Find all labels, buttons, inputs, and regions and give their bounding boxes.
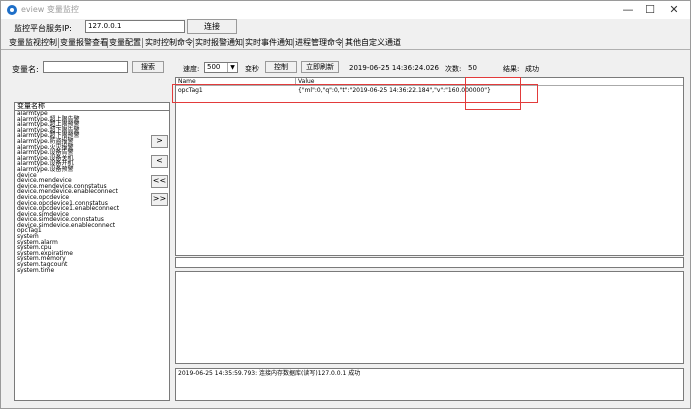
tab-divider: [142, 38, 143, 48]
tab-variable-alarm[interactable]: 变量报警查看: [60, 37, 108, 49]
speed-select[interactable]: 500 ▼: [204, 62, 238, 73]
highlight-box: [465, 77, 521, 110]
tab-realtime-alarm[interactable]: 实时报警通知: [195, 37, 243, 49]
control-button[interactable]: 控制: [265, 61, 297, 73]
tab-underline: [1, 49, 690, 50]
tab-divider: [342, 38, 343, 48]
tab-variable-config[interactable]: 变量配置: [109, 37, 141, 49]
search-button[interactable]: 搜索: [132, 61, 164, 73]
tab-divider: [58, 38, 59, 48]
detail-panel: [175, 271, 684, 364]
remove-selected-button[interactable]: <: [151, 155, 168, 168]
tab-divider: [293, 38, 294, 48]
variable-name-label: 变量名:: [12, 65, 39, 74]
tab-divider: [193, 38, 194, 48]
refresh-now-button[interactable]: 立即刷新: [301, 61, 339, 73]
connect-button[interactable]: 连接: [187, 19, 237, 34]
result-label: 结果:: [503, 65, 520, 73]
tab-divider: [243, 38, 244, 48]
title-bar: eview 变量监控 — ☐ ✕: [1, 1, 690, 19]
tab-realtime-control[interactable]: 实时控制命令: [145, 37, 193, 49]
variable-list[interactable]: alarmtype alarmtype.超上限告警 alarmtype.超上限预…: [14, 111, 170, 401]
horizontal-scrollbar[interactable]: [175, 257, 684, 268]
remove-all-button[interactable]: <<: [151, 175, 168, 188]
speed-label: 速度:: [183, 65, 200, 73]
list-item[interactable]: system.time: [15, 267, 169, 274]
variable-list-header: 变量名称: [14, 102, 170, 111]
window-title: eview 变量监控: [21, 5, 79, 14]
add-selected-button[interactable]: >: [151, 135, 168, 148]
result-value: 成功: [525, 65, 539, 73]
count-label: 次数:: [445, 65, 462, 73]
monitor-grid[interactable]: Name Value opcTag1 {"ml":0,"q":0,"t":"20…: [175, 77, 684, 256]
tab-process-command[interactable]: 进程管理命令: [295, 37, 343, 49]
last-update-time: 2019-06-25 14:36:24.026: [349, 64, 439, 72]
log-line: 2019-06-25 14:35:59.793: 连接内存数据库(读写)127.…: [178, 370, 361, 377]
tab-custom-channel[interactable]: 其他自定义通道: [345, 37, 401, 49]
variable-name-input[interactable]: [43, 61, 128, 73]
log-panel: 2019-06-25 14:35:59.793: 连接内存数据库(读写)127.…: [175, 368, 684, 401]
server-ip-label: 监控平台服务IP:: [14, 24, 72, 33]
app-logo-icon: [7, 5, 17, 15]
speed-value: 500: [207, 63, 221, 71]
tab-variable-monitor[interactable]: 变量监视控制: [9, 37, 57, 49]
server-ip-input[interactable]: 127.0.0.1: [85, 20, 185, 33]
maximize-button[interactable]: ☐: [637, 1, 663, 19]
tab-divider: [107, 38, 108, 48]
add-all-button[interactable]: >>: [151, 193, 168, 206]
count-value: 50: [468, 64, 477, 72]
main-window: eview 变量监控 — ☐ ✕ 监控平台服务IP: 127.0.0.1 连接 …: [0, 0, 691, 409]
tab-realtime-event[interactable]: 实时事件通知: [245, 37, 293, 49]
change-seconds-label: 变秒: [245, 65, 259, 73]
chevron-down-icon[interactable]: ▼: [227, 63, 237, 72]
close-button[interactable]: ✕: [661, 1, 687, 19]
